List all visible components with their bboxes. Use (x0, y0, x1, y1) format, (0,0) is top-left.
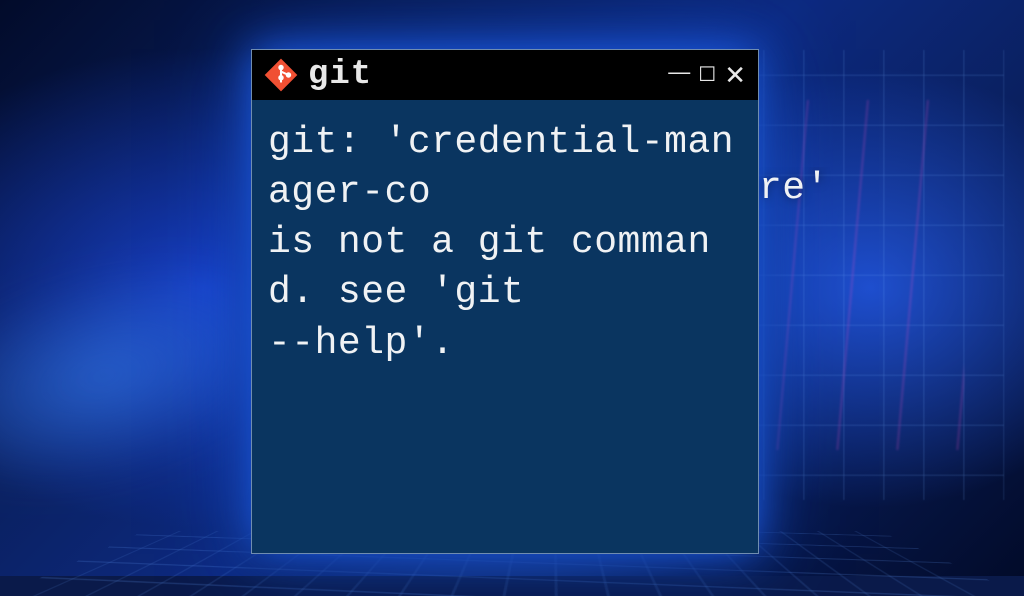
titlebar[interactable]: git — ☐ ✕ (252, 50, 758, 100)
minimize-button[interactable]: — (668, 61, 690, 83)
maximize-button[interactable]: ☐ (698, 65, 716, 85)
terminal-window: git — ☐ ✕ git: 'credential-manager-co is… (251, 49, 759, 554)
window-controls: — ☐ ✕ (668, 62, 746, 88)
terminal-body[interactable]: git: 'credential-manager-co is not a git… (252, 100, 758, 553)
git-icon (264, 58, 298, 92)
overflow-text: re' (759, 167, 1024, 210)
window-title: git (308, 56, 658, 94)
terminal-output: git: 'credential-manager-co is not a git… (268, 118, 742, 369)
close-button[interactable]: ✕ (724, 62, 746, 88)
